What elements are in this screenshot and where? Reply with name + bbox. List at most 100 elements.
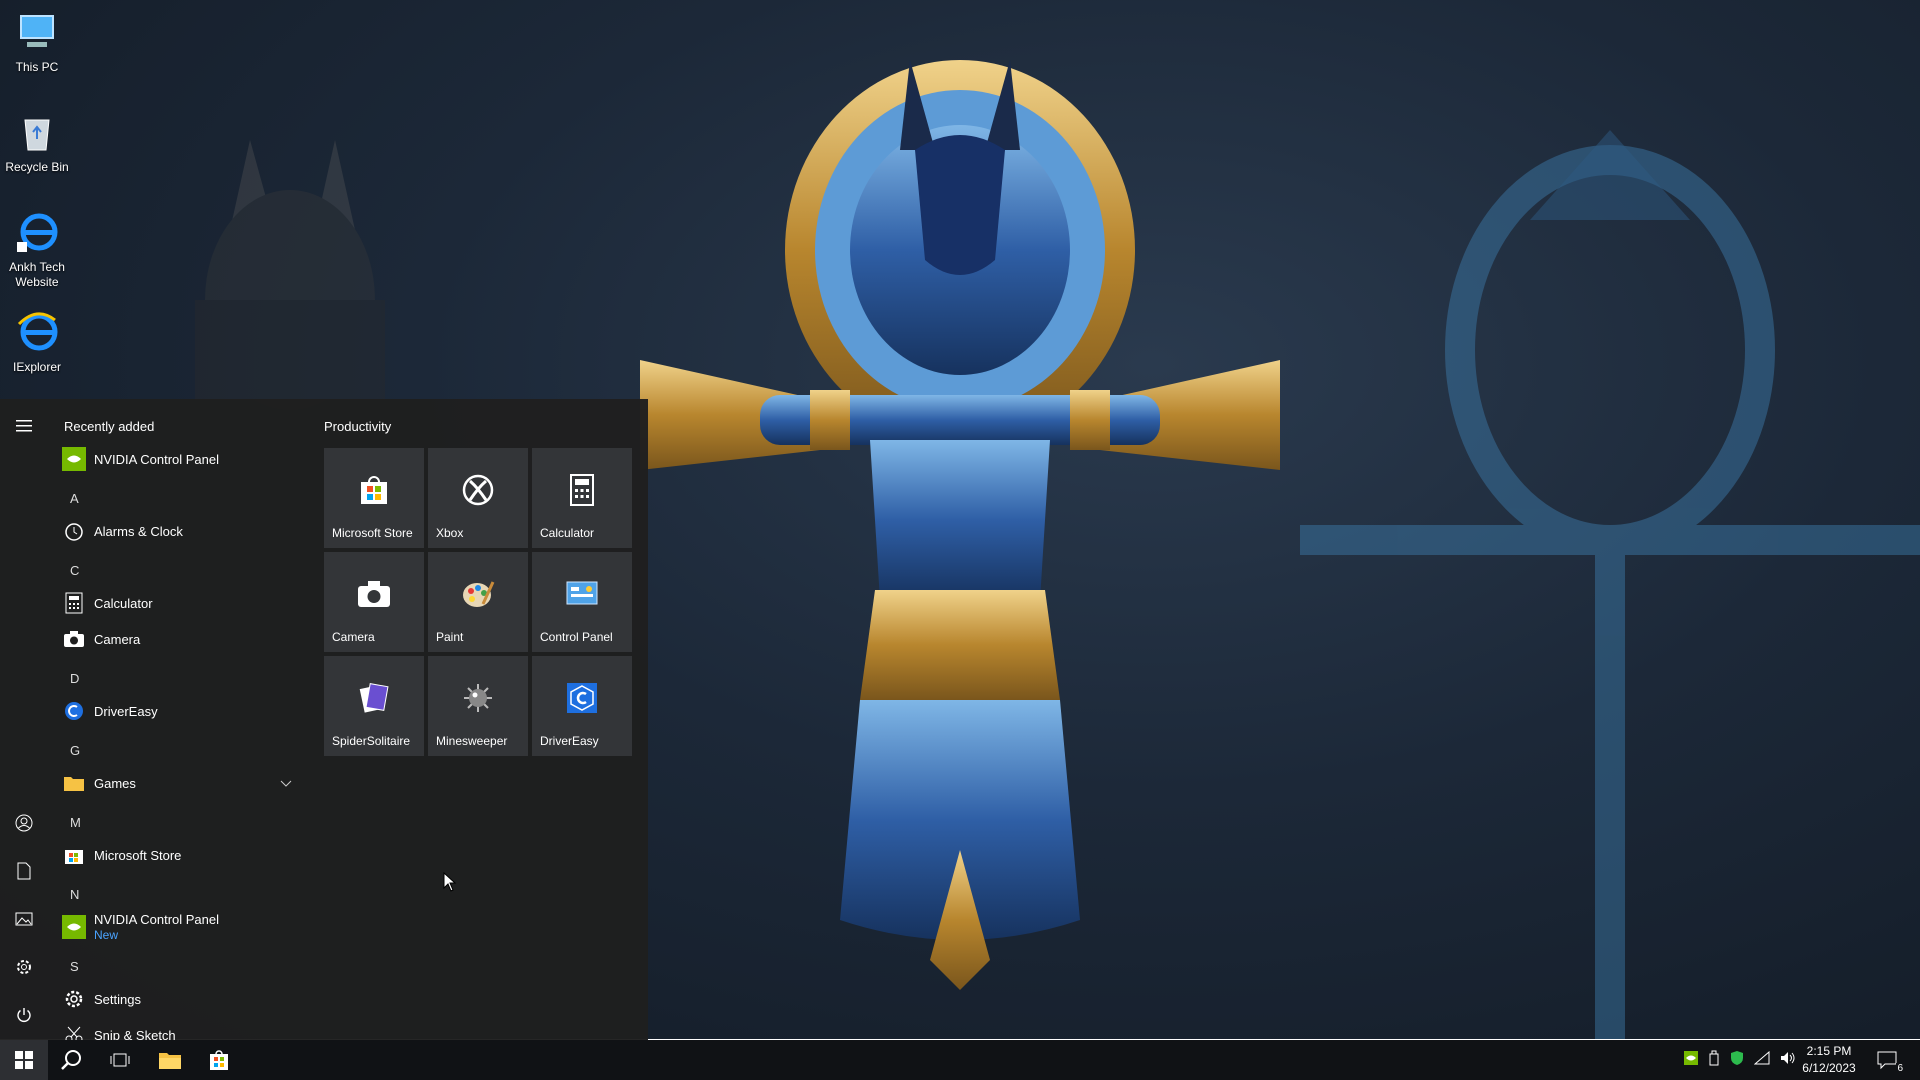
store-taskbar-button[interactable] — [195, 1040, 243, 1080]
power-icon — [17, 1008, 31, 1022]
tile-drivereasy[interactable]: DriverEasy — [532, 656, 632, 756]
app-drivereasy[interactable]: DriverEasy — [62, 693, 302, 729]
solitaire-cards-icon — [354, 678, 394, 718]
app-microsoft-store[interactable]: Microsoft Store — [62, 837, 302, 873]
settings-button[interactable] — [0, 943, 48, 991]
new-badge: New — [94, 928, 119, 942]
app-label: Games — [94, 775, 136, 791]
tile-xbox[interactable]: Xbox — [428, 448, 528, 548]
tile-label: Xbox — [436, 526, 464, 540]
start-button[interactable] — [0, 1040, 48, 1080]
tile-control-panel[interactable]: Control Panel — [532, 552, 632, 652]
letter-header-n[interactable]: N — [70, 887, 79, 902]
action-center-button[interactable]: 6 — [1864, 1040, 1912, 1080]
app-label-text: NVIDIA Control Panel — [94, 912, 220, 927]
desktop-icon-label: This PC — [15, 60, 59, 74]
nvidia-icon — [62, 915, 86, 939]
tiles-area: Productivity Microsoft Store Xbox Calcul… — [318, 399, 638, 1040]
documents-button[interactable] — [0, 847, 48, 895]
scissors-icon — [62, 1023, 86, 1040]
tile-paint[interactable]: Paint — [428, 552, 528, 652]
nvidia-icon — [62, 447, 86, 471]
tile-label: DriverEasy — [540, 734, 599, 748]
clock-time: 2:15 PM — [1806, 1044, 1852, 1058]
security-shield-icon[interactable] — [1730, 1050, 1744, 1071]
task-view-icon — [110, 1053, 130, 1067]
letter-header-g[interactable]: G — [70, 743, 80, 758]
letter-header-a[interactable]: A — [70, 491, 79, 506]
letter-header-c[interactable]: C — [70, 563, 79, 578]
account-button[interactable] — [0, 799, 48, 847]
tile-label: Calculator — [540, 526, 595, 540]
app-nvidia-control-panel[interactable]: NVIDIA Control Panel New — [62, 909, 302, 945]
app-label: Camera — [94, 631, 141, 647]
search-icon — [61, 1050, 81, 1070]
tile-label: Paint — [436, 630, 464, 644]
picture-icon — [15, 912, 33, 926]
app-list[interactable]: Recently added NVIDIA Control Panel A Al… — [48, 399, 308, 1040]
task-view-button[interactable] — [96, 1040, 144, 1080]
desktop-icon-ankh-tech-website[interactable]: Ankh Tech Website — [2, 210, 72, 290]
tile-calculator[interactable]: Calculator — [532, 448, 632, 548]
app-calculator[interactable]: Calculator — [62, 585, 302, 621]
app-camera[interactable]: Camera — [62, 621, 302, 657]
nvidia-tray-icon[interactable] — [1684, 1050, 1698, 1070]
expand-menu-button[interactable] — [0, 402, 48, 450]
tile-label: SpiderSolitaire — [332, 734, 411, 748]
search-button[interactable] — [48, 1040, 96, 1080]
ie-shortcut-icon — [17, 213, 58, 252]
app-label: Alarms & Clock — [94, 523, 183, 539]
letter-header-d[interactable]: D — [70, 671, 79, 686]
folder-icon — [62, 771, 86, 795]
store-icon — [354, 470, 394, 510]
app-alarms-clock[interactable]: Alarms & Clock — [62, 513, 302, 549]
app-label: Settings — [94, 991, 141, 1007]
app-label: Microsoft Store — [94, 847, 182, 863]
tile-camera[interactable]: Camera — [324, 552, 424, 652]
app-label: NVIDIA Control Panel — [94, 451, 220, 467]
file-explorer-button[interactable] — [146, 1040, 194, 1080]
desktop-icon-this-pc[interactable]: This PC — [2, 10, 72, 75]
clock-date: 6/12/2023 — [1802, 1061, 1856, 1075]
app-snip-sketch[interactable]: Snip & Sketch — [62, 1017, 302, 1040]
desktop-icon-label: IExplorer — [12, 360, 62, 374]
system-tray — [1684, 1040, 1796, 1080]
tile-label: Minesweeper — [436, 734, 508, 748]
network-icon[interactable] — [1753, 1050, 1770, 1070]
power-button[interactable] — [0, 991, 48, 1039]
calculator-icon — [562, 470, 602, 510]
windows-logo-icon — [15, 1051, 33, 1069]
app-nvidia-recent[interactable]: NVIDIA Control Panel — [62, 441, 302, 477]
taskbar-clock[interactable]: 2:15 PM 6/12/2023 — [1794, 1043, 1864, 1077]
usb-eject-icon[interactable] — [1708, 1050, 1720, 1071]
store-icon — [62, 843, 86, 867]
recently-added-header: Recently added — [64, 419, 155, 434]
desktop-icon-recycle-bin[interactable]: Recycle Bin — [2, 110, 72, 175]
desktop-icon-label: Ankh Tech Website — [9, 260, 65, 289]
user-icon — [15, 814, 33, 832]
tile-group-title[interactable]: Productivity — [324, 419, 391, 434]
paint-palette-icon — [458, 574, 498, 614]
tile-microsoft-store[interactable]: Microsoft Store — [324, 448, 424, 548]
gear-icon — [62, 987, 86, 1011]
app-settings[interactable]: Settings — [62, 981, 302, 1017]
desktop-icon-iexplorer[interactable]: IExplorer — [2, 310, 72, 375]
app-games-folder[interactable]: Games — [62, 765, 302, 801]
letter-header-s[interactable]: S — [70, 959, 79, 974]
tile-label: Control Panel — [540, 630, 613, 644]
tile-label: Camera — [332, 630, 375, 644]
app-label: Calculator — [94, 595, 153, 611]
notification-count: 6 — [1896, 1063, 1904, 1074]
store-icon — [210, 1050, 228, 1070]
app-label: Snip & Sketch — [94, 1027, 176, 1041]
chevron-down-icon[interactable] — [280, 775, 292, 793]
app-label: NVIDIA Control Panel New — [94, 912, 219, 942]
tile-minesweeper[interactable]: Minesweeper — [428, 656, 528, 756]
tile-label: Microsoft Store — [332, 526, 413, 540]
xbox-icon — [458, 470, 498, 510]
tile-spidersolitaire[interactable]: SpiderSolitaire — [324, 656, 424, 756]
desktop-icon-label: Recycle Bin — [5, 160, 69, 174]
pictures-button[interactable] — [0, 895, 48, 943]
letter-header-m[interactable]: M — [70, 815, 81, 830]
calculator-icon — [62, 591, 86, 615]
